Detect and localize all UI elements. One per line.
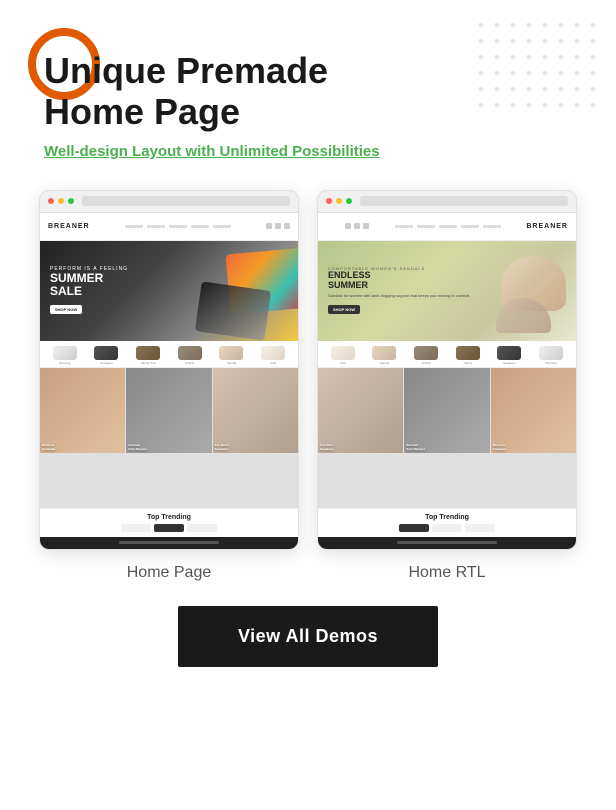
footer-bar <box>119 541 219 544</box>
header-section: Unique Premade Home Page Well-design Lay… <box>30 50 586 160</box>
product-cell-2: SummerSole Slippers <box>126 368 211 453</box>
trending-tab-rtl-3 <box>465 524 495 532</box>
nav-links <box>125 225 231 228</box>
trending-tab-3 <box>187 524 217 532</box>
demo-card-home-rtl: BREANER COMFORTABLE WOMEN'S SANDALS ENDL… <box>317 190 577 582</box>
hero-headline: SUMMERSALE <box>50 272 128 298</box>
nav-icons-rtl <box>345 223 369 229</box>
browser-bar <box>40 191 298 213</box>
cta-section: View All Demos <box>30 606 586 667</box>
browser-dot-red-rtl <box>326 198 332 204</box>
view-all-demos-button[interactable]: View All Demos <box>178 606 438 667</box>
product-cell-1: WomensFootwear <box>40 368 125 453</box>
shoe-thumb-6: Kids <box>261 346 285 365</box>
page-wrapper: // inline dot pattern via SVG circles <box>0 0 616 810</box>
trending-tab-rtl-2 <box>432 524 462 532</box>
browser-url-bar-rtl <box>360 196 568 206</box>
hero-text: PERFORM IS A FEELING SUMMERSALE SHOP NOW <box>50 266 128 316</box>
hero-sub-rtl: Sandals for women with arch-hugging supp… <box>328 293 470 298</box>
product-grid: WomensFootwear SummerSole Slippers Top M… <box>40 368 298 508</box>
store-nav-rtl: BREANER <box>318 213 576 241</box>
shoe-thumb-1: Running <box>53 346 77 365</box>
store-logo: BREANER <box>48 223 90 230</box>
product-cell-rtl-2: SummerSole Slippers <box>404 368 489 453</box>
page-title: Unique Premade Home Page <box>44 50 586 133</box>
browser-dot-yellow-rtl <box>336 198 342 204</box>
trending-tab-rtl-1 <box>399 524 429 532</box>
demo-preview-home-rtl: BREANER COMFORTABLE WOMEN'S SANDALS ENDL… <box>317 190 577 550</box>
browser-dot-green-rtl <box>346 198 352 204</box>
product-cell-3: Top Men'sSneakers <box>213 368 298 453</box>
nav-icons <box>266 223 290 229</box>
store-footer <box>40 537 298 549</box>
demo-card-home-page: BREANER <box>39 190 299 582</box>
shoe-thumb-5: Sandal <box>219 346 243 365</box>
hero-cta-btn: SHOP NOW <box>50 305 82 314</box>
shoe-thumbnails-row-rtl: Kids Sandal Athletic Hiking <box>318 341 576 368</box>
browser-dot-yellow <box>58 198 64 204</box>
trending-title-rtl: Top Trending <box>323 514 571 521</box>
footer-bar-rtl <box>397 541 497 544</box>
store-nav: BREANER <box>40 213 298 241</box>
demo-label-home-page: Home Page <box>127 564 212 582</box>
shoe-thumb-rtl-3: Athletic <box>414 346 438 365</box>
store-logo-rtl: BREANER <box>526 223 568 230</box>
trending-tab-1 <box>121 524 151 532</box>
hero-text-rtl: COMFORTABLE WOMEN'S SANDALS ENDLESSSUMME… <box>328 266 470 316</box>
browser-url-bar <box>82 196 290 206</box>
shoe-thumb-rtl-4: Hiking <box>456 346 480 365</box>
hero-banner-light: COMFORTABLE WOMEN'S SANDALS ENDLESSSUMME… <box>318 241 576 341</box>
demos-row: BREANER <box>30 190 586 582</box>
shoe-thumbnails-row: Running Sneakers Hiking Trail Athle <box>40 341 298 368</box>
shoe-thumb-rtl-1: Kids <box>331 346 355 365</box>
product-grid-rtl: Top Men'sSneakers SummerSole Slippers Wo… <box>318 368 576 508</box>
shoe-thumb-2: Sneakers <box>94 346 118 365</box>
demo-label-home-rtl: Home RTL <box>408 564 485 582</box>
hero-banner-dark: PERFORM IS A FEELING SUMMERSALE SHOP NOW <box>40 241 298 341</box>
browser-dot-red <box>48 198 54 204</box>
hero-headline-rtl: ENDLESSSUMMER <box>328 271 470 291</box>
product-cell-rtl-1: Top Men'sSneakers <box>318 368 403 453</box>
shoe-thumb-rtl-2: Sandal <box>372 346 396 365</box>
shoe-thumb-rtl-5: Sneakers <box>497 346 521 365</box>
shoe-thumb-4: Athletic <box>178 346 202 365</box>
trending-section-rtl: Top Trending <box>318 508 576 537</box>
shoe-thumb-3: Hiking Trail <box>136 346 160 365</box>
browser-dot-green <box>68 198 74 204</box>
trending-tabs-rtl <box>323 524 571 532</box>
demo-preview-home-page: BREANER <box>39 190 299 550</box>
trending-tab-2 <box>154 524 184 532</box>
browser-bar-rtl <box>318 191 576 213</box>
hero-cta-btn-rtl: SHOP NOW <box>328 305 360 314</box>
trending-section: Top Trending <box>40 508 298 537</box>
trending-tabs <box>45 524 293 532</box>
store-footer-rtl <box>318 537 576 549</box>
trending-title: Top Trending <box>45 514 293 521</box>
page-subtitle: Well-design Layout with Unlimited Possib… <box>44 143 586 160</box>
product-cell-rtl-3: WomensFootwear <box>491 368 576 453</box>
nav-links-rtl <box>395 225 501 228</box>
shoe-thumb-rtl-6: Running <box>539 346 563 365</box>
